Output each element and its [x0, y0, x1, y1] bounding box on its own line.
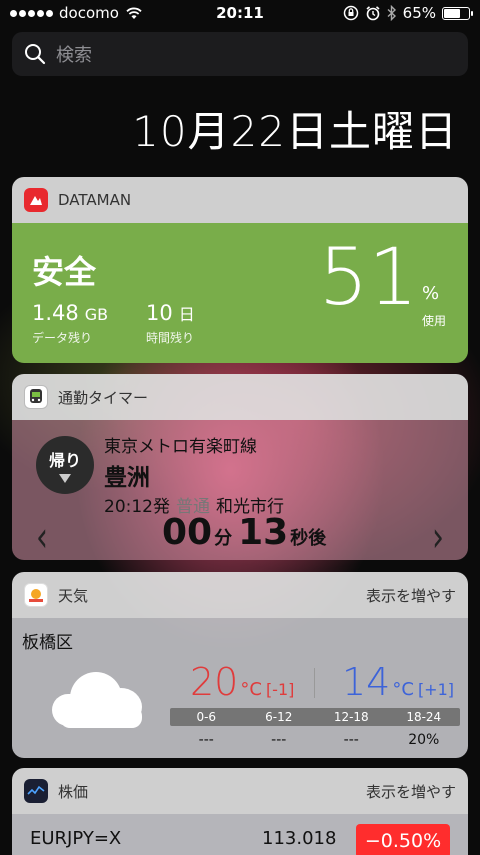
data-left-unit: GB — [84, 305, 109, 324]
commute-timer-widget[interactable]: 通勤タイマー 帰り 東京メトロ有楽町線 豊洲 20:12発 普通 和光市行 00 分 1… — [12, 374, 468, 560]
usage-percent-sign: % — [421, 283, 440, 304]
usage-percent: 51 % 使用 — [319, 239, 446, 329]
stocks-show-more-button[interactable]: 表示を増やす — [366, 781, 456, 802]
status-bar: docomo 20:11 65% — [0, 0, 480, 28]
weather-widget[interactable]: 天気 表示を増やす 板橋区 20 °C [-1] 14 °C [+1] 0-6 6-12… — [12, 572, 468, 758]
station-name: 豊洲 — [104, 465, 150, 491]
status-bar-right: 65% — [343, 4, 473, 22]
commute-app-icon — [24, 385, 48, 409]
usage-percent-value: 51 — [318, 233, 418, 323]
temp-divider — [314, 668, 315, 698]
cloud-icon — [52, 672, 146, 728]
battery-icon — [442, 6, 473, 20]
precipitation-table: 0-6 6-12 12-18 18-24 --- --- --- 20% — [170, 708, 460, 748]
dataman-status: 安全 — [32, 253, 97, 291]
data-left-value: 1.48 — [32, 301, 79, 325]
low-temperature: 14 °C [+1] — [342, 660, 454, 704]
commute-header: 通勤タイマー — [12, 374, 468, 420]
precip-period: 18-24 — [406, 710, 442, 724]
high-temp-unit: °C — [240, 679, 262, 700]
precip-value: 20% — [408, 732, 440, 748]
stocks-app-name: 株価 — [58, 782, 89, 801]
commute-app-name: 通勤タイマー — [58, 388, 149, 407]
high-temp-diff: [-1] — [265, 680, 295, 699]
dataman-header: DATAMAN — [12, 177, 468, 223]
stock-symbol: EURJPY=X — [30, 828, 122, 849]
stocks-header: 株価 表示を増やす — [12, 768, 468, 814]
weather-location: 板橋区 — [22, 633, 73, 653]
weather-header: 天気 表示を増やす — [12, 572, 468, 618]
low-temp-diff: [+1] — [417, 680, 455, 699]
low-temp-value: 14 — [342, 660, 391, 704]
precip-value: --- — [343, 732, 359, 748]
countdown-seconds-unit: 秒後 — [290, 528, 327, 549]
data-left-stat: 1.48 GB データ残り — [32, 301, 108, 346]
weather-app-name: 天気 — [58, 586, 89, 605]
precip-period: 0-6 — [196, 710, 217, 724]
precip-period: 6-12 — [265, 710, 293, 724]
days-left-unit: 日 — [178, 305, 195, 324]
search-icon — [25, 44, 46, 65]
stocks-widget[interactable]: 株価 表示を増やす EURJPY=X 113.018 −0.50% — [12, 768, 468, 855]
date-heading: 10月22日土曜日 — [132, 107, 458, 156]
dataman-widget[interactable]: DATAMAN 安全 1.48 GB データ残り 10 日 時間残り 51 % 使用 — [12, 177, 468, 363]
rotation-lock-icon — [343, 5, 358, 21]
high-temperature: 20 °C [-1] — [190, 660, 294, 704]
days-left-label: 時間残り — [146, 331, 195, 345]
days-left-stat: 10 日 時間残り — [146, 301, 195, 346]
dataman-body[interactable]: 安全 1.48 GB データ残り 10 日 時間残り 51 % 使用 — [12, 223, 468, 363]
stock-row[interactable]: EURJPY=X 113.018 −0.50% — [12, 814, 468, 855]
precipitation-periods: 0-6 6-12 12-18 18-24 — [170, 708, 460, 726]
precip-value: --- — [271, 732, 287, 748]
battery-percent: 65% — [402, 4, 436, 22]
countdown-seconds: 13 — [238, 512, 289, 553]
weather-body: 板橋区 20 °C [-1] 14 °C [+1] 0-6 6-12 12-18 18-… — [12, 618, 468, 758]
train-line: 東京メトロ有楽町線 — [104, 437, 257, 457]
search-placeholder: 検索 — [56, 45, 92, 66]
departure-time: 20:12 — [104, 497, 153, 517]
stocks-app-icon — [24, 779, 48, 803]
alarm-icon — [366, 6, 380, 21]
stock-change-badge[interactable]: −0.50% — [356, 824, 450, 855]
countdown-minutes-unit: 分 — [214, 528, 233, 549]
data-left-label: データ残り — [32, 331, 93, 345]
high-temp-value: 20 — [190, 660, 239, 704]
search-bar[interactable]: 検索 — [12, 32, 468, 76]
weather-app-icon — [24, 583, 48, 607]
dataman-app-name: DATAMAN — [58, 191, 132, 209]
stock-price: 113.018 — [262, 828, 337, 849]
chevron-down-icon — [59, 474, 71, 483]
commute-body: 帰り 東京メトロ有楽町線 豊洲 20:12発 普通 和光市行 00 分 13 秒後 ‹ › — [12, 420, 468, 560]
low-temp-unit: °C — [392, 679, 414, 700]
previous-train-button[interactable]: ‹ — [36, 513, 48, 560]
next-train-button[interactable]: › — [432, 513, 444, 560]
countdown: 00 分 13 秒後 — [162, 512, 332, 553]
precipitation-values: --- --- --- 20% — [170, 732, 460, 748]
usage-percent-label: 使用 — [421, 314, 446, 328]
weather-show-more-button[interactable]: 表示を増やす — [366, 585, 456, 606]
precip-period: 12-18 — [333, 710, 369, 724]
bluetooth-icon — [387, 5, 396, 21]
days-left-value: 10 — [146, 301, 173, 325]
dataman-app-icon — [24, 188, 48, 212]
countdown-minutes: 00 — [162, 512, 213, 553]
direction-badge[interactable]: 帰り — [36, 436, 94, 494]
precip-value: --- — [198, 732, 214, 748]
direction-label: 帰り — [48, 451, 81, 470]
